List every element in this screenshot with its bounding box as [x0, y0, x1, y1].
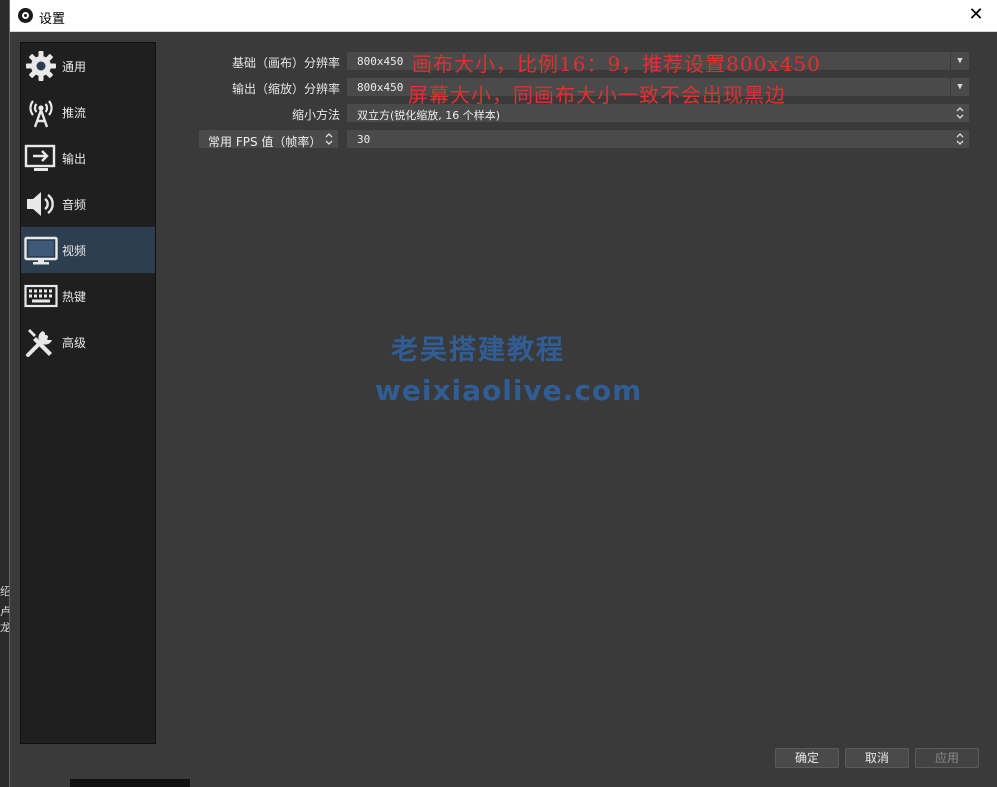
sidebar-item-label: 高级 [62, 336, 87, 350]
obs-logo-icon [18, 8, 33, 23]
chevron-down-icon[interactable]: ▼ [950, 78, 969, 96]
base-resolution-value: 800x450 [357, 55, 404, 68]
speaker-icon [27, 192, 54, 216]
background-text-fragment: 绍 [0, 586, 9, 598]
settings-sidebar: 通用 推流 输出 音频 视频 热键 高级 [20, 42, 156, 744]
fps-type-select[interactable]: 常用 FPS 值（帧率） [198, 129, 339, 149]
sidebar-item-stream[interactable]: 推流 [21, 89, 155, 135]
background-text-fragment: 卢 [0, 606, 9, 618]
cancel-button[interactable]: 取消 [845, 748, 909, 768]
chevron-down-icon[interactable]: ▼ [950, 52, 969, 70]
watermark-url: weixiaolive.com [375, 374, 643, 407]
updown-arrows-icon [953, 105, 967, 121]
title-bar: 设置 ✕ [10, 0, 997, 32]
updown-arrows-icon [322, 131, 336, 147]
background-window-edge: 绍 卢 龙 [0, 0, 9, 787]
monitor-icon [24, 236, 58, 265]
updown-arrows-icon [953, 131, 967, 147]
fps-value-select[interactable]: 30 [346, 129, 970, 149]
sidebar-item-hotkeys[interactable]: 热键 [21, 273, 155, 319]
output-resolution-value: 800x450 [357, 81, 404, 94]
gear-icon [26, 51, 56, 81]
annotation-canvas-note: 画布大小，比例16：9，推荐设置800x450 [412, 52, 821, 76]
sidebar-item-video[interactable]: 视频 [21, 227, 155, 273]
window-title: 设置 [39, 12, 66, 27]
output-resolution-label: 输出（缩放）分辨率 [231, 82, 340, 96]
watermark-title: 老吴搭建教程 [391, 335, 565, 366]
sidebar-item-label: 通用 [62, 60, 87, 74]
ok-button[interactable]: 确定 [775, 748, 839, 768]
background-text-fragment: 龙 [0, 622, 9, 634]
base-resolution-label: 基础（画布）分辨率 [231, 56, 340, 70]
annotation-output-note: 屏幕大小，同画布大小一致不会出现黑边 [408, 83, 786, 107]
settings-dialog: 设置 ✕ 通用 推流 输出 音频 视频 热键 高级 基础（画布）分辨率 800x… [9, 0, 997, 787]
sidebar-item-audio[interactable]: 音频 [21, 181, 155, 227]
sidebar-item-label: 视频 [62, 244, 87, 258]
sidebar-item-label: 输出 [62, 152, 87, 166]
sidebar-item-label: 热键 [62, 290, 87, 304]
background-taskbar-fragment [70, 779, 190, 787]
antenna-icon [29, 100, 53, 128]
close-icon[interactable]: ✕ [966, 5, 986, 25]
sidebar-item-label: 推流 [62, 106, 87, 120]
sidebar-item-advanced[interactable]: 高级 [21, 319, 155, 365]
tools-icon [26, 329, 52, 357]
sidebar-item-general[interactable]: 通用 [21, 43, 155, 89]
fps-type-label: 常用 FPS 值（帧率） [208, 135, 322, 149]
fps-value: 30 [357, 133, 371, 146]
sidebar-item-label: 音频 [62, 198, 87, 212]
output-icon [24, 144, 56, 171]
keyboard-icon [24, 284, 58, 308]
sidebar-item-output[interactable]: 输出 [21, 135, 155, 181]
apply-button[interactable]: 应用 [915, 748, 979, 768]
downscale-filter-label: 缩小方法 [291, 108, 340, 122]
downscale-filter-value: 双立方(锐化缩放, 16 个样本) [357, 109, 501, 122]
